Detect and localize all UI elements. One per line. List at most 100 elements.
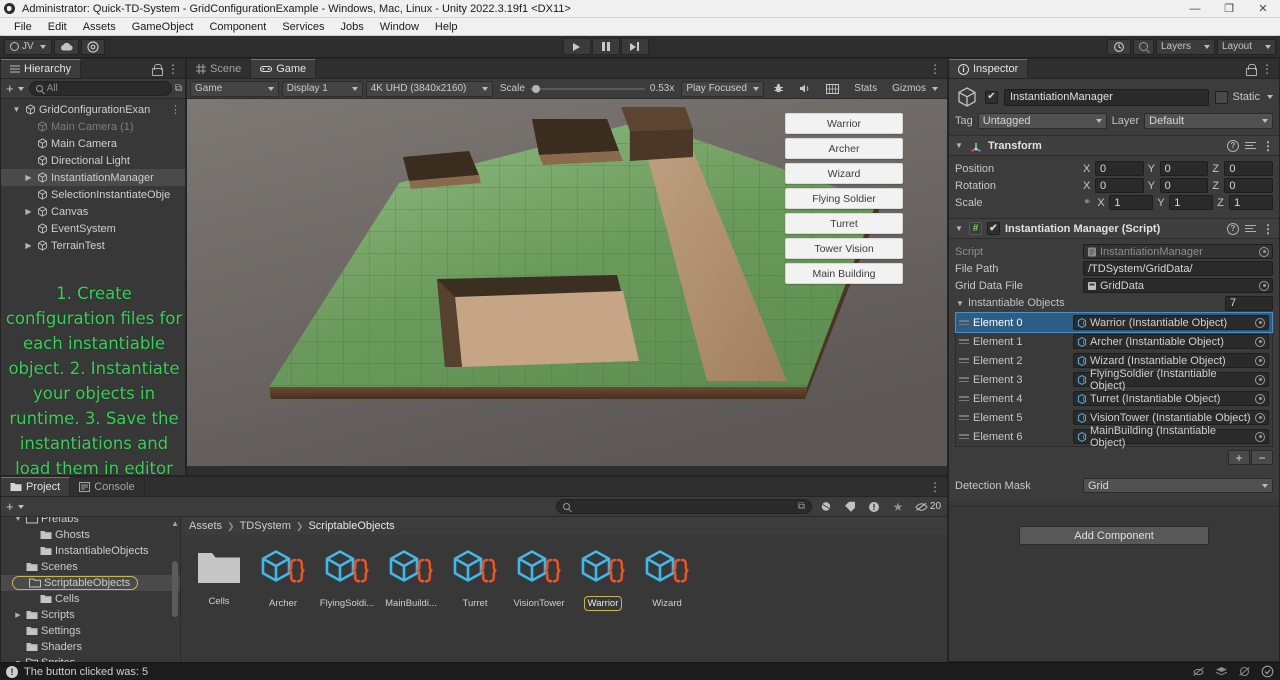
game-button-main-building[interactable]: Main Building	[785, 263, 903, 284]
collab-off-icon[interactable]	[1191, 665, 1205, 679]
object-picker-icon[interactable]	[1255, 317, 1265, 328]
hierarchy-item-directional-light[interactable]: Directional Light	[1, 152, 185, 169]
favorites-button[interactable]: ★	[888, 498, 908, 515]
gameview-debug-button[interactable]	[767, 81, 790, 97]
account-button[interactable]: JV	[4, 38, 52, 55]
hierarchy-item-menu-icon[interactable]: ⋮	[170, 103, 181, 116]
drag-handle-icon[interactable]	[959, 396, 969, 401]
scroll-up-icon[interactable]: ▲	[171, 519, 179, 528]
script-field-value[interactable]: InstantiationManager	[1083, 244, 1273, 259]
foldout-icon[interactable]: ▶	[23, 207, 34, 216]
step-button[interactable]	[620, 38, 649, 55]
array-element-4[interactable]: Element 4 Turret (Instantiable Object)	[956, 389, 1272, 408]
tab-hierarchy[interactable]: Hierarchy	[1, 59, 82, 78]
foldout-icon[interactable]: ▶	[23, 173, 34, 182]
menu-file[interactable]: File	[6, 18, 40, 36]
gameobject-cube-icon[interactable]	[955, 85, 979, 109]
hierarchy-item-terraintest[interactable]: ▶ TerrainTest	[1, 237, 185, 254]
asset-item-cells[interactable]: Cells	[187, 547, 251, 610]
lock-icon[interactable]	[1246, 63, 1257, 76]
game-button-warrior[interactable]: Warrior	[785, 113, 903, 134]
array-element-1[interactable]: Element 1 Archer (Instantiable Object)	[956, 332, 1272, 351]
object-picker-icon[interactable]	[1259, 246, 1269, 257]
detection-mask-dropdown[interactable]: Grid	[1083, 478, 1273, 493]
tag-dropdown[interactable]: Untagged	[977, 113, 1107, 129]
game-button-archer[interactable]: Archer	[785, 138, 903, 159]
add-component-button[interactable]: Add Component	[1019, 526, 1209, 545]
project-create-button[interactable]: +	[4, 499, 26, 514]
array-element-field[interactable]: MainBuilding (Instantiable Object)	[1073, 425, 1269, 449]
layers-stack-icon[interactable]	[1214, 665, 1228, 679]
tab-inspector[interactable]: i Inspector	[949, 59, 1029, 78]
tree-scrollbar[interactable]	[172, 561, 178, 617]
lock-icon[interactable]	[152, 63, 163, 76]
field-y[interactable]: 0	[1159, 178, 1209, 193]
play-button[interactable]	[562, 38, 591, 55]
gameview-gizmos-button[interactable]: Gizmos	[886, 81, 944, 97]
object-picker-icon[interactable]	[1259, 280, 1269, 291]
script-component-header[interactable]: ▼ # Instantiation Manager (Script) ? ⋮	[949, 218, 1279, 239]
project-tree-item-instantiableobjects[interactable]: InstantiableObjects	[1, 543, 180, 559]
array-size-input[interactable]: 7	[1225, 295, 1273, 311]
menu-assets[interactable]: Assets	[75, 18, 124, 36]
project-tree-item-cells[interactable]: Cells	[1, 591, 180, 607]
array-element-6[interactable]: Element 6 MainBuilding (Instantiable Obje…	[956, 425, 1272, 449]
component-menu-icon[interactable]: ⋮	[1262, 223, 1274, 235]
array-element-field[interactable]: Archer (Instantiable Object)	[1073, 334, 1269, 349]
instantiable-objects-header[interactable]: ▼ Instantiable Objects 7	[955, 294, 1273, 312]
menu-window[interactable]: Window	[372, 18, 427, 36]
project-tree-item-shaders[interactable]: Shaders	[1, 639, 180, 655]
gameobject-name-input[interactable]: InstantiationManager	[1004, 88, 1210, 106]
asset-item-archer[interactable]: Archer	[251, 547, 315, 610]
drag-handle-icon[interactable]	[959, 415, 969, 420]
chevron-down-icon[interactable]	[1267, 95, 1273, 99]
array-element-field[interactable]: FlyingSoldier (Instantiable Object)	[1073, 368, 1269, 392]
help-icon[interactable]: ?	[1227, 139, 1239, 152]
scale-knob[interactable]	[531, 84, 540, 93]
project-tree-item-ghosts[interactable]: Ghosts	[1, 527, 180, 543]
menu-edit[interactable]: Edit	[40, 18, 75, 36]
hierarchy-item-instantiationmanager[interactable]: ▶ InstantiationManager	[1, 169, 185, 186]
foldout-icon[interactable]: ▼	[954, 141, 964, 150]
filter-label-button[interactable]	[840, 498, 860, 515]
gameview-stats-button[interactable]: Stats	[848, 81, 883, 97]
object-picker-icon[interactable]	[1255, 336, 1265, 347]
settings-button[interactable]	[80, 38, 105, 55]
hierarchy-search-input[interactable]: All	[28, 81, 172, 96]
foldout-icon[interactable]: ▼	[954, 224, 964, 233]
array-add-button[interactable]: +	[1228, 450, 1250, 465]
array-element-field[interactable]: Turret (Instantiable Object)	[1073, 391, 1269, 406]
hierarchy-add-button[interactable]: +	[4, 81, 26, 96]
breadcrumb-item-scriptableobjects[interactable]: ScriptableObjects	[308, 520, 394, 532]
gameview-resolution-dropdown[interactable]: 4K UHD (3840x2160)	[365, 80, 493, 97]
gameview-display-dropdown[interactable]: Display 1	[281, 80, 363, 97]
hierarchy-search-expand-icon[interactable]: ⧉	[175, 83, 182, 94]
preset-icon[interactable]	[1245, 224, 1256, 233]
drag-handle-icon[interactable]	[959, 358, 969, 363]
object-picker-icon[interactable]	[1255, 355, 1265, 366]
panel-menu-icon[interactable]: ⋮	[167, 63, 179, 75]
menu-help[interactable]: Help	[427, 18, 466, 36]
layer-dropdown[interactable]: Default	[1144, 113, 1273, 129]
object-picker-icon[interactable]	[1255, 374, 1265, 385]
undo-history-button[interactable]	[1106, 38, 1131, 55]
array-element-field[interactable]: Wizard (Instantiable Object)	[1073, 353, 1269, 368]
gameview-mode-dropdown[interactable]: Game	[190, 80, 279, 97]
foldout-icon[interactable]: ▼	[11, 105, 22, 114]
global-search-button[interactable]	[1132, 38, 1154, 55]
array-element-0[interactable]: Element 0 Warrior (Instantiable Object)	[955, 312, 1273, 333]
breadcrumb-item-assets[interactable]: Assets	[189, 520, 222, 532]
panel-menu-icon[interactable]: ⋮	[1261, 63, 1273, 75]
array-element-field[interactable]: Warrior (Instantiable Object)	[1073, 315, 1269, 330]
asset-item-warrior[interactable]: Warrior	[571, 547, 635, 611]
minimize-button[interactable]: —	[1178, 0, 1212, 18]
component-menu-icon[interactable]: ⋮	[1262, 140, 1274, 152]
game-button-tower-vision[interactable]: Tower Vision	[785, 238, 903, 259]
close-button[interactable]: ✕	[1246, 0, 1280, 18]
check-circle-icon[interactable]	[1260, 665, 1274, 679]
array-element-field[interactable]: VisionTower (Instantiable Object)	[1073, 410, 1269, 425]
gameview-scrollbar-horizontal[interactable]	[187, 466, 947, 475]
help-icon[interactable]: ?	[1227, 222, 1239, 235]
panel-menu-icon[interactable]: ⋮	[929, 481, 941, 493]
object-picker-icon[interactable]	[1255, 431, 1265, 442]
